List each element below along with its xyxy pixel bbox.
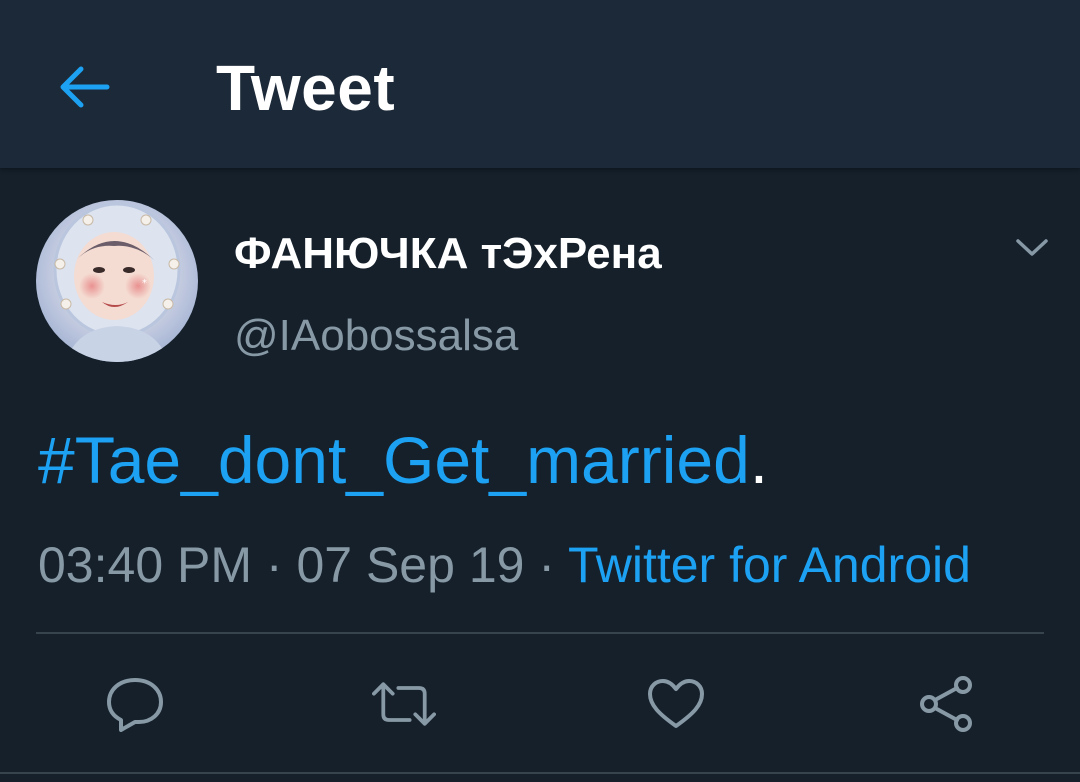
tweet-text-trailing: . (749, 423, 769, 497)
meta-separator: · (252, 537, 297, 593)
author-handle[interactable]: @IAobossalsa (234, 310, 518, 362)
avatar-image: * (36, 200, 198, 362)
retweet-button[interactable] (372, 672, 436, 736)
retweet-icon (372, 682, 436, 726)
author-display-name[interactable]: ФАНЮЧКА тЭхРена (234, 228, 662, 280)
chevron-down-icon (1016, 239, 1048, 256)
tweet-time: 03:40 PM (38, 537, 253, 593)
meta-separator: · (524, 537, 568, 593)
reply-button[interactable] (103, 672, 167, 736)
page-title: Tweet (216, 52, 396, 124)
tweet-text: #Tae_dont_Get_married. (38, 420, 768, 500)
share-icon (920, 676, 972, 732)
share-button[interactable] (914, 672, 978, 736)
top-app-bar: Tweet (0, 0, 1080, 168)
divider (0, 772, 1080, 774)
hashtag-link[interactable]: #Tae_dont_Get_married (38, 423, 750, 497)
tweet-meta: 03:40 PM · 07 Sep 19 · Twitter for Andro… (38, 536, 971, 594)
arrow-left-icon (60, 66, 110, 108)
divider (36, 632, 1044, 634)
heart-icon (648, 679, 704, 728)
back-button[interactable] (52, 55, 116, 119)
tweet-date: 07 Sep 19 (296, 537, 525, 593)
like-button[interactable] (644, 672, 708, 736)
tweet-options-button[interactable] (1008, 226, 1056, 270)
svg-text:*: * (142, 278, 147, 289)
avatar[interactable]: * (36, 200, 198, 362)
tweet-source-link[interactable]: Twitter for Android (568, 537, 971, 593)
reply-icon (107, 678, 163, 732)
